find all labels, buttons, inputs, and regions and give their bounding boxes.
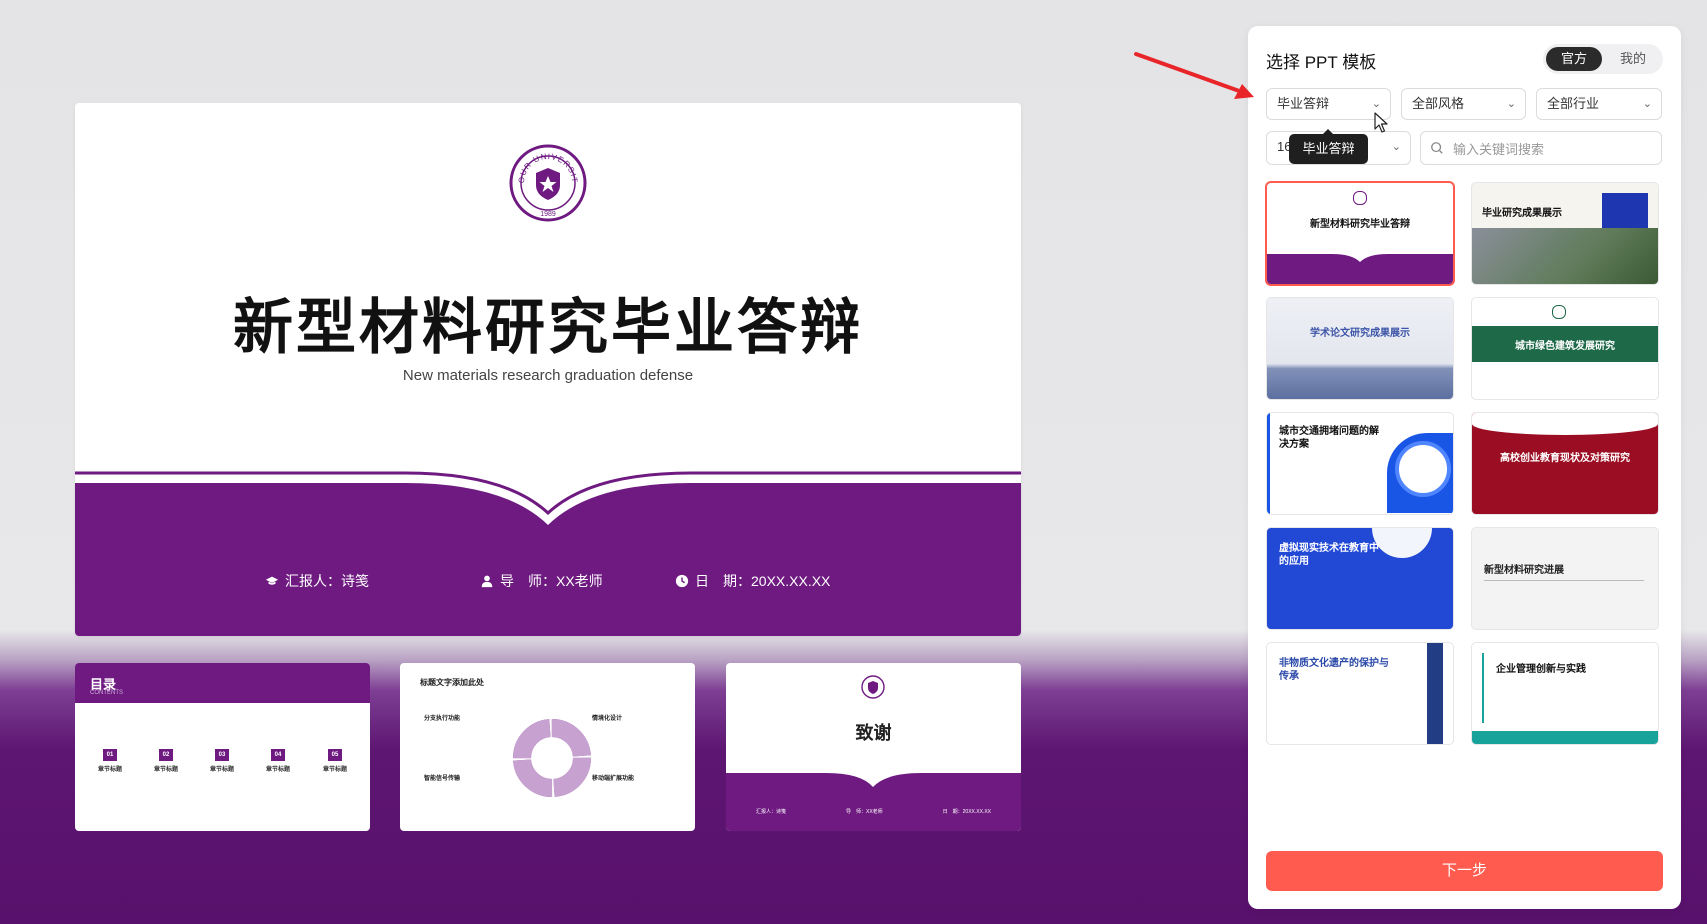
advisor-info: 导 师：XX老师 <box>480 571 603 591</box>
template-card[interactable]: 虚拟现实技术在教育中的应用 <box>1267 528 1453 629</box>
industry-dropdown[interactable]: 全部行业 ⌄ <box>1536 88 1662 120</box>
red-arrow-annotation <box>1134 52 1254 99</box>
style-dropdown[interactable]: 全部风格 ⌄ <box>1401 88 1526 120</box>
tab-official[interactable]: 官方 <box>1546 47 1602 71</box>
thumbnail-content[interactable]: 标题文字添加此处 分支执行功能 情境化设计 智能信号传输 移动端扩展功能 <box>400 663 695 831</box>
toc-subtitle: CONTENTS <box>90 690 123 696</box>
chevron-down-icon: ⌄ <box>1506 98 1516 110</box>
purple-wave-footer <box>726 773 1021 831</box>
university-seal-icon: YOUR UNIVERSITY 1989 <box>508 143 587 222</box>
next-step-button[interactable]: 下一步 <box>1266 851 1663 891</box>
cycle-diagram-icon <box>513 719 591 797</box>
clock-icon <box>675 574 689 588</box>
template-card[interactable]: 毕业研究成果展示 <box>1472 183 1658 284</box>
toc-item: 01 章节标题 <box>90 743 130 773</box>
content-title: 标题文字添加此处 <box>420 678 484 687</box>
seal-year: 1989 <box>540 211 556 218</box>
toc-item: 03 章节标题 <box>202 743 242 773</box>
toc-item: 05 章节标题 <box>315 743 355 773</box>
reporter-text: 汇报人：诗笺 <box>285 573 369 589</box>
chevron-down-icon: ⌄ <box>1642 98 1652 110</box>
source-toggle: 官方 我的 <box>1543 44 1663 74</box>
thanks-title: 致谢 <box>855 723 892 743</box>
template-card[interactable]: 学术论文研究成果展示 <box>1267 298 1453 399</box>
main-slide-preview: YOUR UNIVERSITY 1989 新型材料研究毕业答辩 New mate… <box>75 103 1021 636</box>
template-card[interactable]: 企业管理创新与实践 <box>1472 643 1658 744</box>
user-icon <box>481 575 493 588</box>
template-card[interactable]: 新型材料研究毕业答辩 <box>1267 183 1453 284</box>
chevron-down-icon: ⌄ <box>1391 141 1401 153</box>
template-card[interactable]: 高校创业教育现状及对策研究 <box>1472 413 1658 514</box>
tab-mine[interactable]: 我的 <box>1606 47 1660 71</box>
graduation-cap-icon <box>265 576 279 585</box>
template-card[interactable]: 非物质文化遗产的保护与传承 <box>1267 643 1453 744</box>
panel-title: 选择 PPT 模板 <box>1266 53 1377 72</box>
reporter-info: 汇报人：诗笺 <box>265 571 369 591</box>
cursor-icon <box>1374 112 1388 133</box>
slide-subtitle: New materials research graduation defens… <box>402 367 694 384</box>
date-info: 日 期：20XX.XX.XX <box>675 571 830 591</box>
thumbnail-toc[interactable]: 目录 CONTENTS 01 章节标题 02 章节标题 03 章节标题 04 章节标题 … <box>75 663 370 831</box>
thanks-meta: 汇报人：诗笺导 师：XX老师日 期：20XX.XX.XX <box>755 809 991 815</box>
advisor-text: 导 师：XX老师 <box>500 573 603 589</box>
toc-item: 02 章节标题 <box>146 743 186 773</box>
category-tooltip: 毕业答辩 <box>1289 129 1368 164</box>
purple-wave-footer <box>75 471 1021 636</box>
template-card[interactable]: 城市交通拥堵问题的解决方案 <box>1267 413 1453 514</box>
template-card[interactable]: 新型材料研究进展 <box>1472 528 1658 629</box>
slide-title: 新型材料研究毕业答辩 <box>233 294 863 361</box>
template-selection-panel: 选择 PPT 模板 官方 我的 毕业答辩 ⌄ 全部风格 ⌄ 全部行业 ⌄ 16 … <box>1248 26 1681 909</box>
thumbnail-thanks[interactable]: 致谢 汇报人：诗笺导 师：XX老师日 期：20XX.XX.XX <box>726 663 1021 831</box>
search-box[interactable] <box>1420 131 1662 165</box>
search-input[interactable] <box>1451 138 1655 160</box>
toc-item: 04 章节标题 <box>258 743 298 773</box>
date-text: 日 期：20XX.XX.XX <box>695 573 831 589</box>
search-icon <box>1431 142 1443 154</box>
template-card[interactable]: 城市绿色建筑发展研究 <box>1472 298 1658 399</box>
university-seal-icon <box>861 675 885 699</box>
category-dropdown[interactable]: 毕业答辩 ⌄ <box>1266 88 1391 120</box>
